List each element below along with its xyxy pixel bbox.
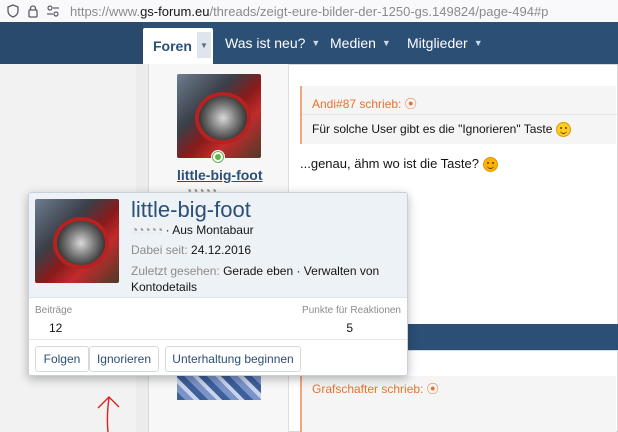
divider xyxy=(302,114,618,115)
forum-nav: Foren ▼ Was ist neu? ▼ Medien ▼ Mitglied… xyxy=(0,22,618,64)
reactions-count: 5 xyxy=(346,321,353,335)
avatar[interactable] xyxy=(35,199,119,283)
post-body-text: ...genau, ähm wo ist die Taste? xyxy=(300,156,479,171)
quote-block: Andi#87 schrieb: ⦿ Für solche User gibt … xyxy=(300,86,618,144)
joined-label: Dabei seit: xyxy=(131,243,188,257)
chevron-down-icon: ▼ xyxy=(311,38,321,48)
lock-icon[interactable] xyxy=(26,4,40,18)
follow-button[interactable]: Folgen xyxy=(35,346,89,372)
quote-text: Für solche User gibt es die "Ignorieren"… xyxy=(312,122,571,138)
member-last-seen: Zuletzt gesehen: Gerade eben · Verwalten… xyxy=(131,263,401,295)
nav-item-media[interactable]: Medien ▼ xyxy=(330,22,391,64)
arrow-up-circle-icon[interactable]: ⦿ xyxy=(405,97,417,111)
quote-author: Grafschafter schrieb: xyxy=(312,382,424,396)
last-seen-label: Zuletzt gesehen: xyxy=(131,264,220,278)
nav-tab-label: Foren xyxy=(153,38,192,54)
divider xyxy=(29,339,407,340)
avatar[interactable] xyxy=(177,74,261,158)
member-name-link[interactable]: little-big-foot xyxy=(131,197,251,223)
upside-down-emoji-icon xyxy=(482,157,498,173)
nav-tab-foren[interactable]: Foren ▼ xyxy=(143,28,213,64)
quote-body-text: Für solche User gibt es die "Ignorieren"… xyxy=(312,122,553,136)
online-status-icon xyxy=(211,150,225,164)
post-header-band xyxy=(406,324,618,350)
reactions-label: Punkte für Reaktionen xyxy=(302,305,401,316)
nav-item-label: Mitglieder xyxy=(407,35,468,51)
chevron-down-icon: ▼ xyxy=(473,38,483,48)
quote-header[interactable]: Andi#87 schrieb: ⦿ xyxy=(312,95,417,112)
member-rank-location: ◔◔◔◔◔ · Aus Montabaur xyxy=(131,223,254,237)
nav-item-members[interactable]: Mitglieder ▼ xyxy=(407,22,483,64)
post-username-link[interactable]: little-big-foot xyxy=(177,167,263,183)
smile-emoji-icon xyxy=(555,122,571,138)
browser-url-bar[interactable]: https://www.gs-forum.eu/threads/zeigt-eu… xyxy=(0,0,618,22)
posts-label: Beiträge xyxy=(35,305,73,316)
chevron-down-icon: ▼ xyxy=(381,38,391,48)
quote-author: Andi#87 schrieb: xyxy=(312,97,402,111)
ignore-button[interactable]: Ignorieren xyxy=(89,346,159,372)
chevron-down-icon[interactable]: ▼ xyxy=(197,32,211,58)
member-location: · Aus Montabaur xyxy=(162,223,254,237)
quote-block: Grafschafter schrieb: ⦿ xyxy=(300,376,616,432)
member-tooltip: little-big-foot ◔◔◔◔◔ · Aus Montabaur Da… xyxy=(28,192,408,376)
nav-item-label: Was ist neu? xyxy=(225,35,306,51)
divider xyxy=(29,297,407,298)
annotation-arrow-icon xyxy=(97,396,120,432)
avatar[interactable] xyxy=(177,374,261,400)
shield-icon[interactable] xyxy=(6,4,20,18)
member-joined: Dabei seit: 24.12.2016 xyxy=(131,243,251,257)
nav-item-label: Medien xyxy=(330,35,376,51)
nav-logo-area xyxy=(0,22,143,64)
post-message: ...genau, ähm wo ist die Taste? xyxy=(300,156,498,173)
posts-count[interactable]: 12 xyxy=(49,321,62,335)
quote-header[interactable]: Grafschafter schrieb: ⦿ xyxy=(312,380,439,397)
joined-value: 24.12.2016 xyxy=(191,243,252,257)
rank-icons: ◔◔◔◔◔ xyxy=(131,223,163,237)
arrow-up-circle-icon[interactable]: ⦿ xyxy=(427,382,439,396)
nav-item-whats-new[interactable]: Was ist neu? ▼ xyxy=(225,22,320,64)
permissions-icon[interactable] xyxy=(46,4,60,18)
url-text[interactable]: https://www.gs-forum.eu/threads/zeigt-eu… xyxy=(70,4,548,19)
start-conversation-button[interactable]: Unterhaltung beginnen xyxy=(165,346,301,372)
